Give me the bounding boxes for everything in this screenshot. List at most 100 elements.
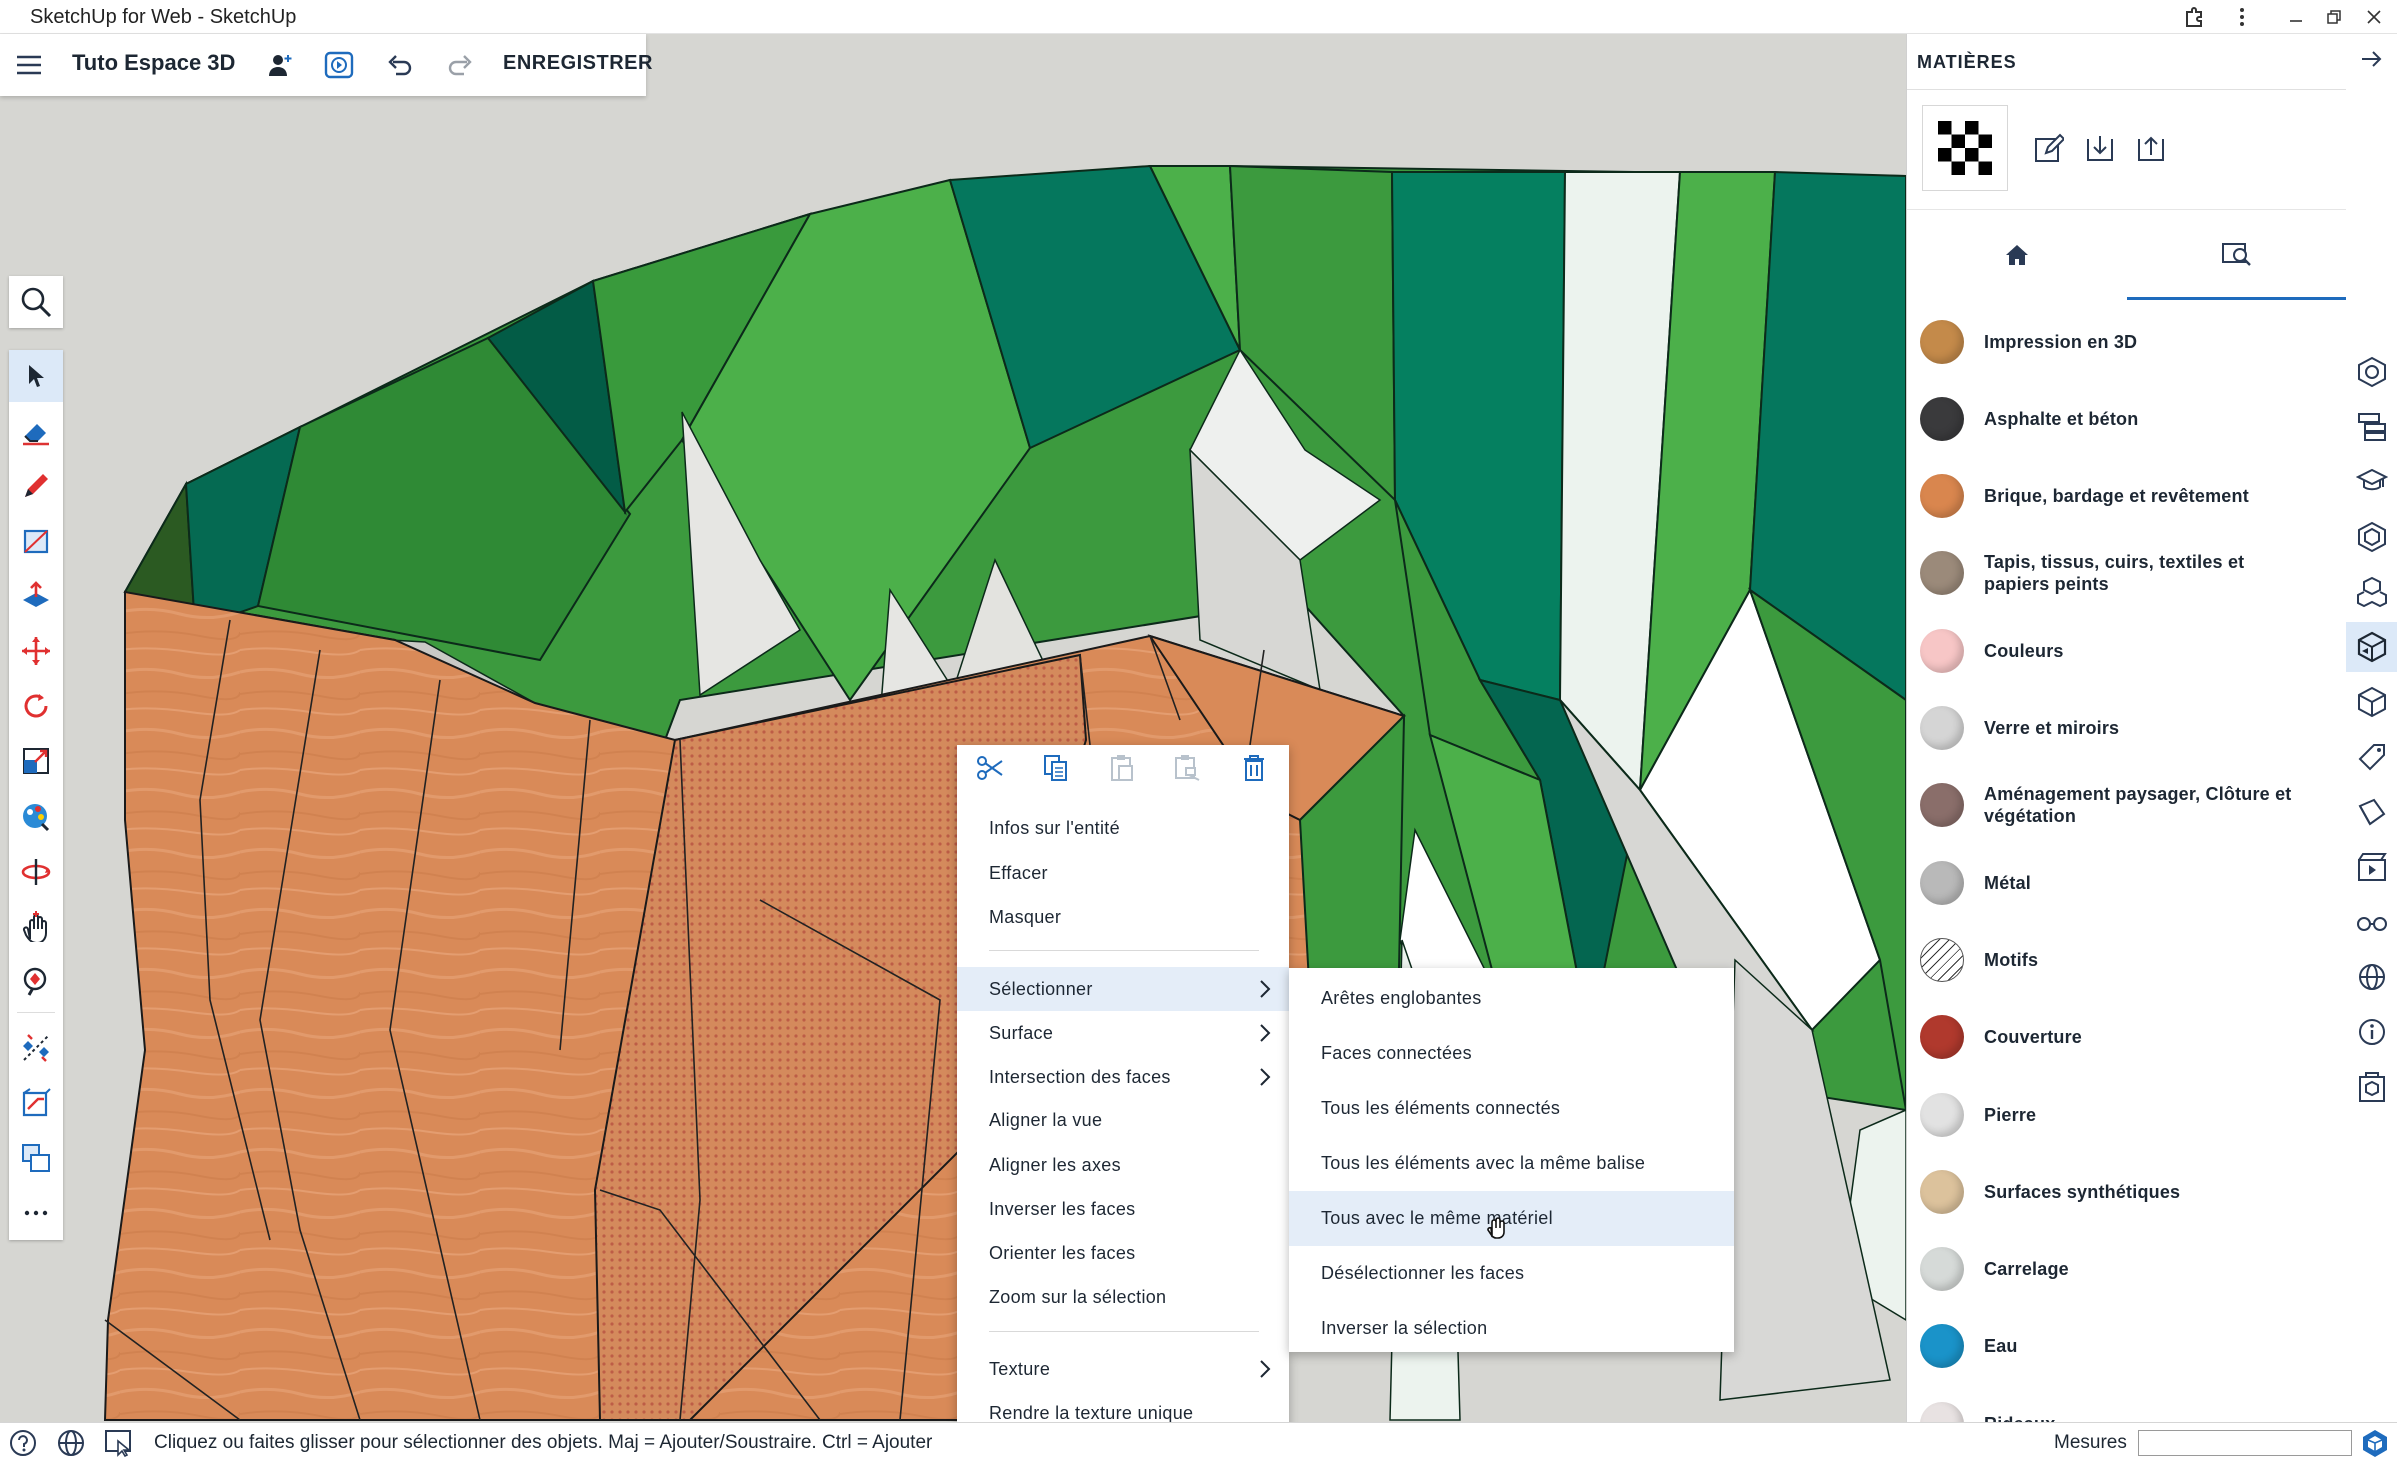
material-category-item[interactable]: Eau	[1907, 1308, 2347, 1385]
menu-item-surface[interactable]: Surface	[957, 1011, 1289, 1055]
submenu-item-deselect-faces[interactable]: Désélectionner les faces	[1289, 1246, 1734, 1301]
language-globe-icon[interactable]	[56, 1428, 86, 1458]
add-collaborator-icon[interactable]	[263, 50, 297, 80]
close-icon[interactable]	[2356, 3, 2392, 31]
tags-panel-icon[interactable]	[2346, 732, 2397, 782]
material-category-item[interactable]: Impression en 3D	[1907, 303, 2347, 380]
entity-info-panel-icon[interactable]	[2346, 347, 2397, 397]
submenu-item-label: Arêtes englobantes	[1321, 988, 1482, 1008]
material-category-swatch	[1920, 1169, 1964, 1214]
cut-icon[interactable]	[957, 745, 1023, 790]
delete-icon[interactable]	[1221, 745, 1287, 790]
status-message: Cliquez ou faites glisser pour sélection…	[154, 1432, 933, 1453]
eraser-tool-icon[interactable]	[9, 405, 63, 457]
tab-browse-materials[interactable]	[2127, 210, 2347, 300]
more-tools-icon[interactable]	[9, 1187, 63, 1239]
menu-item-label: Infos sur l'entité	[989, 817, 1120, 838]
menu-item-intersect-faces[interactable]: Intersection des faces	[957, 1055, 1289, 1099]
material-category-item[interactable]: Carrelage	[1907, 1231, 2347, 1308]
import-material-icon[interactable]	[2082, 130, 2118, 166]
paste-in-place-icon[interactable]	[1155, 745, 1221, 790]
menu-separator	[989, 1331, 1259, 1332]
info-panel-icon[interactable]	[2346, 1007, 2397, 1057]
menu-item-entity-info[interactable]: Infos sur l'entité	[957, 806, 1289, 850]
submenu-item-invert-selection[interactable]: Inverser la sélection	[1289, 1301, 1734, 1356]
push-pull-tool-icon[interactable]	[9, 570, 63, 622]
material-category-item[interactable]: Couverture	[1907, 999, 2347, 1076]
project-name[interactable]: Tuto Espace 3D	[72, 50, 235, 76]
geo-location-panel-icon[interactable]	[2346, 952, 2397, 1002]
materials-panel-icon[interactable]	[2346, 622, 2397, 672]
components-panel-icon[interactable]	[2346, 512, 2397, 562]
hamburger-menu-icon[interactable]	[14, 51, 44, 79]
menu-item-erase[interactable]: Effacer	[957, 851, 1289, 895]
menu-item-reverse-faces[interactable]: Inverser les faces	[957, 1187, 1289, 1231]
select-mode-icon[interactable]	[104, 1428, 134, 1458]
submenu-item-bounding-edges[interactable]: Arêtes englobantes	[1289, 971, 1734, 1026]
paste-icon[interactable]	[1089, 745, 1155, 790]
material-category-item[interactable]: Métal	[1907, 844, 2347, 921]
instructor-panel-icon[interactable]	[2346, 457, 2397, 507]
tape-measure-tool-icon[interactable]	[9, 1022, 63, 1074]
scenes-panel-icon[interactable]	[2346, 842, 2397, 892]
menu-item-texture[interactable]: Texture	[957, 1347, 1289, 1391]
measures-input[interactable]	[2138, 1430, 2352, 1456]
select-tool-icon[interactable]	[9, 350, 63, 402]
redo-icon[interactable]	[443, 50, 477, 80]
help-icon[interactable]	[8, 1428, 38, 1458]
material-category-item[interactable]: Asphalte et béton	[1907, 380, 2347, 457]
section-plane-tool-icon[interactable]	[9, 1077, 63, 1129]
menu-item-label: Texture	[989, 1358, 1051, 1379]
material-category-item[interactable]: Tapis, tissus, cuirs, textiles et papier…	[1907, 535, 2347, 612]
minimize-icon[interactable]	[2278, 3, 2314, 31]
edit-material-icon[interactable]	[2031, 130, 2067, 166]
move-tool-icon[interactable]	[9, 625, 63, 677]
3d-warehouse-panel-icon[interactable]	[2346, 567, 2397, 617]
submenu-item-same-material[interactable]: Tous avec le même matériel	[1289, 1191, 1734, 1246]
material-category-item[interactable]: Surfaces synthétiques	[1907, 1153, 2347, 1230]
menu-item-align-axes[interactable]: Aligner les axes	[957, 1143, 1289, 1187]
restore-icon[interactable]	[2316, 3, 2352, 31]
save-button[interactable]: ENREGISTRER	[503, 52, 653, 75]
menu-item-zoom-selection[interactable]: Zoom sur la sélection	[957, 1275, 1289, 1319]
model-info-panel-icon[interactable]	[2346, 1062, 2397, 1112]
more-menu-icon[interactable]	[2224, 3, 2260, 31]
submenu-item-all-connected[interactable]: Tous les éléments connectés	[1289, 1081, 1734, 1136]
extensions-icon[interactable]	[2176, 3, 2212, 31]
material-category-item[interactable]: Couleurs	[1907, 612, 2347, 689]
current-material-swatch[interactable]	[1922, 105, 2008, 191]
submenu-item-connected-faces[interactable]: Faces connectées	[1289, 1026, 1734, 1081]
material-category-item[interactable]: Motifs	[1907, 921, 2347, 998]
tools-toolbar	[9, 350, 63, 1240]
material-category-item[interactable]: Pierre	[1907, 1076, 2347, 1153]
scenes-play-icon[interactable]	[322, 50, 356, 80]
paint-bucket-tool-icon[interactable]	[9, 790, 63, 842]
menu-item-label: Inverser les faces	[989, 1198, 1136, 1219]
menu-item-select[interactable]: Sélectionner	[957, 967, 1289, 1011]
rectangle-tool-icon[interactable]	[9, 515, 63, 567]
material-category-item[interactable]: Aménagement paysager, Clôture et végétat…	[1907, 767, 2347, 844]
tab-home[interactable]	[1907, 210, 2127, 300]
soften-edges-panel-icon[interactable]	[2346, 787, 2397, 837]
menu-item-orient-faces[interactable]: Orienter les faces	[957, 1231, 1289, 1275]
pan-tool-icon[interactable]	[9, 900, 63, 952]
search-tool[interactable]	[9, 276, 63, 328]
styles-panel-icon[interactable]	[2346, 677, 2397, 727]
material-category-item[interactable]: Brique, bardage et revêtement	[1907, 458, 2347, 535]
orbit-tool-icon[interactable]	[9, 845, 63, 897]
component-tool-icon[interactable]	[9, 1132, 63, 1184]
submenu-item-same-tag[interactable]: Tous les éléments avec la même balise	[1289, 1136, 1734, 1191]
undo-icon[interactable]	[383, 50, 417, 80]
material-category-item[interactable]: Verre et miroirs	[1907, 690, 2347, 767]
zoom-extents-tool-icon[interactable]	[9, 955, 63, 1007]
menu-item-align-view[interactable]: Aligner la vue	[957, 1098, 1289, 1142]
scale-tool-icon[interactable]	[9, 735, 63, 787]
menu-item-hide[interactable]: Masquer	[957, 895, 1289, 939]
display-glasses-panel-icon[interactable]	[2346, 897, 2397, 947]
collapse-panel-arrow-icon[interactable]	[2346, 34, 2397, 84]
rotate-tool-icon[interactable]	[9, 680, 63, 732]
pencil-tool-icon[interactable]	[9, 460, 63, 512]
outliner-panel-icon[interactable]	[2346, 402, 2397, 452]
export-material-icon[interactable]	[2133, 130, 2169, 166]
copy-icon[interactable]	[1023, 745, 1089, 790]
